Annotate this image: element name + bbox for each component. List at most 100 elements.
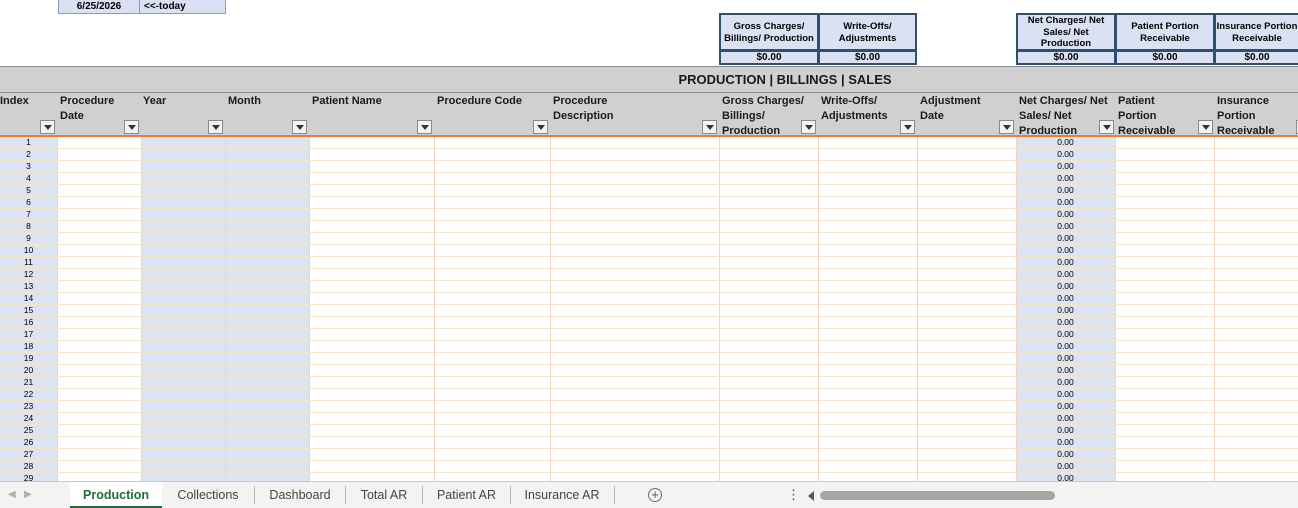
net-charges-cell[interactable]: 0.00 [1016,257,1115,267]
row-index-cell[interactable]: 23 [0,401,57,411]
summary-net-value[interactable]: $0.00 [1016,51,1115,65]
summary-insurance-value[interactable]: $0.00 [1214,51,1298,65]
net-charges-cell[interactable]: 0.00 [1016,461,1115,471]
row-index-cell[interactable]: 12 [0,269,57,279]
row-index-cell[interactable]: 14 [0,293,57,303]
net-charges-cell[interactable]: 0.00 [1016,437,1115,447]
net-charges-cell[interactable]: 0.00 [1016,353,1115,363]
scroll-left-arrow-icon[interactable] [808,491,814,501]
add-sheet-icon[interactable]: + [648,488,662,502]
row-index-cell[interactable]: 10 [0,245,57,255]
net-charges-cell[interactable]: 0.00 [1016,161,1115,171]
row-index-cell[interactable]: 9 [0,233,57,243]
net-charges-cell[interactable]: 0.00 [1016,209,1115,219]
row-index-cell[interactable]: 13 [0,281,57,291]
tab-scroll-right-icon[interactable]: ▶ [24,489,32,500]
row-index-cell[interactable]: 19 [0,353,57,363]
row-index-cell[interactable]: 29 [0,473,57,481]
summary-gross-value[interactable]: $0.00 [719,51,818,65]
filter-dropdown-icon[interactable] [417,120,432,134]
row-index-cell[interactable]: 22 [0,389,57,399]
summary-writeoffs-label[interactable]: Write-Offs/ Adjustments [818,13,917,51]
row-index-cell[interactable]: 18 [0,341,57,351]
summary-insurance-label[interactable]: Insurance Portion Receivable [1214,13,1298,51]
net-charges-cell[interactable]: 0.00 [1016,377,1115,387]
row-index-cell[interactable]: 8 [0,221,57,231]
filter-dropdown-icon[interactable] [208,120,223,134]
row-index-cell[interactable]: 15 [0,305,57,315]
net-charges-cell[interactable]: 0.00 [1016,293,1115,303]
net-charges-cell[interactable]: 0.00 [1016,449,1115,459]
row-index-cell[interactable]: 24 [0,413,57,423]
net-charges-cell[interactable]: 0.00 [1016,413,1115,423]
row-index-cell[interactable]: 25 [0,425,57,435]
tab-total-ar[interactable]: Total AR [346,482,422,508]
filter-dropdown-icon[interactable] [124,120,139,134]
net-charges-cell[interactable]: 0.00 [1016,281,1115,291]
net-charges-cell[interactable]: 0.00 [1016,221,1115,231]
summary-net-label[interactable]: Net Charges/ Net Sales/ Net Production [1016,13,1115,51]
filter-dropdown-icon[interactable] [292,120,307,134]
col-header-patient-name[interactable]: Patient Name [309,93,419,135]
filter-dropdown-icon[interactable] [40,120,55,134]
col-header-procedure-description[interactable]: Procedure Description [550,93,630,135]
net-charges-cell[interactable]: 0.00 [1016,269,1115,279]
summary-patient-value[interactable]: $0.00 [1115,51,1214,65]
row-index-cell[interactable]: 1 [0,137,57,147]
net-charges-cell[interactable]: 0.00 [1016,245,1115,255]
row-index-cell[interactable]: 21 [0,377,57,387]
row-index-cell[interactable]: 17 [0,329,57,339]
today-label-cell[interactable]: <<-today [140,0,226,14]
net-charges-cell[interactable]: 0.00 [1016,185,1115,195]
row-index-cell[interactable]: 4 [0,173,57,183]
filter-dropdown-icon[interactable] [1198,120,1213,134]
summary-patient-label[interactable]: Patient Portion Receivable [1115,13,1214,51]
col-header-insurance-portion[interactable]: Insurance Portion Receivable [1214,93,1294,137]
row-index-cell[interactable]: 5 [0,185,57,195]
row-index-cell[interactable]: 11 [0,257,57,267]
row-index-cell[interactable]: 26 [0,437,57,447]
filter-dropdown-icon[interactable] [801,120,816,134]
summary-gross-label[interactable]: Gross Charges/ Billings/ Production [719,13,818,51]
summary-writeoffs-value[interactable]: $0.00 [818,51,917,65]
horizontal-scrollbar-thumb[interactable] [820,491,1055,500]
filter-dropdown-icon[interactable] [702,120,717,134]
col-header-write-offs[interactable]: Write-Offs/ Adjustments [818,93,903,135]
tab-dashboard[interactable]: Dashboard [255,482,345,508]
row-index-cell[interactable]: 20 [0,365,57,375]
net-charges-cell[interactable]: 0.00 [1016,389,1115,399]
net-charges-cell[interactable]: 0.00 [1016,317,1115,327]
filter-dropdown-icon[interactable] [533,120,548,134]
row-index-cell[interactable]: 6 [0,197,57,207]
row-index-cell[interactable]: 7 [0,209,57,219]
row-index-cell[interactable]: 27 [0,449,57,459]
row-index-cell[interactable]: 28 [0,461,57,471]
net-charges-cell[interactable]: 0.00 [1016,341,1115,351]
net-charges-cell[interactable]: 0.00 [1016,305,1115,315]
net-charges-cell[interactable]: 0.00 [1016,173,1115,183]
col-header-adjustment-date[interactable]: Adjustment Date [917,93,997,135]
tab-patient-ar[interactable]: Patient AR [423,482,510,508]
filter-dropdown-icon[interactable] [999,120,1014,134]
today-date-cell[interactable]: 6/25/2026 [58,0,140,14]
tab-collections[interactable]: Collections [163,482,253,508]
vertical-dots-icon[interactable]: ⋮ [787,487,800,503]
net-charges-cell[interactable]: 0.00 [1016,329,1115,339]
col-header-patient-portion[interactable]: Patient Portion Receivable [1115,93,1185,137]
row-index-cell[interactable]: 3 [0,161,57,171]
net-charges-cell[interactable]: 0.00 [1016,197,1115,207]
net-charges-cell[interactable]: 0.00 [1016,149,1115,159]
net-charges-cell[interactable]: 0.00 [1016,401,1115,411]
tab-insurance-ar[interactable]: Insurance AR [511,482,613,508]
tab-scroll-left-icon[interactable]: ◀ [8,489,16,500]
filter-dropdown-icon[interactable] [1099,120,1114,134]
net-charges-cell[interactable]: 0.00 [1016,473,1115,481]
net-charges-cell[interactable]: 0.00 [1016,137,1115,147]
filter-dropdown-icon[interactable] [900,120,915,134]
tab-production[interactable]: Production [70,482,162,508]
row-index-cell[interactable]: 2 [0,149,57,159]
data-grid[interactable]: 1 0.00 2 0.00 3 0.00 4 0.00 5 0.00 6 0.00 7 0.00 8 0.00… [0,137,1298,481]
col-header-procedure-code[interactable]: Procedure Code [434,93,529,135]
net-charges-cell[interactable]: 0.00 [1016,365,1115,375]
net-charges-cell[interactable]: 0.00 [1016,425,1115,435]
